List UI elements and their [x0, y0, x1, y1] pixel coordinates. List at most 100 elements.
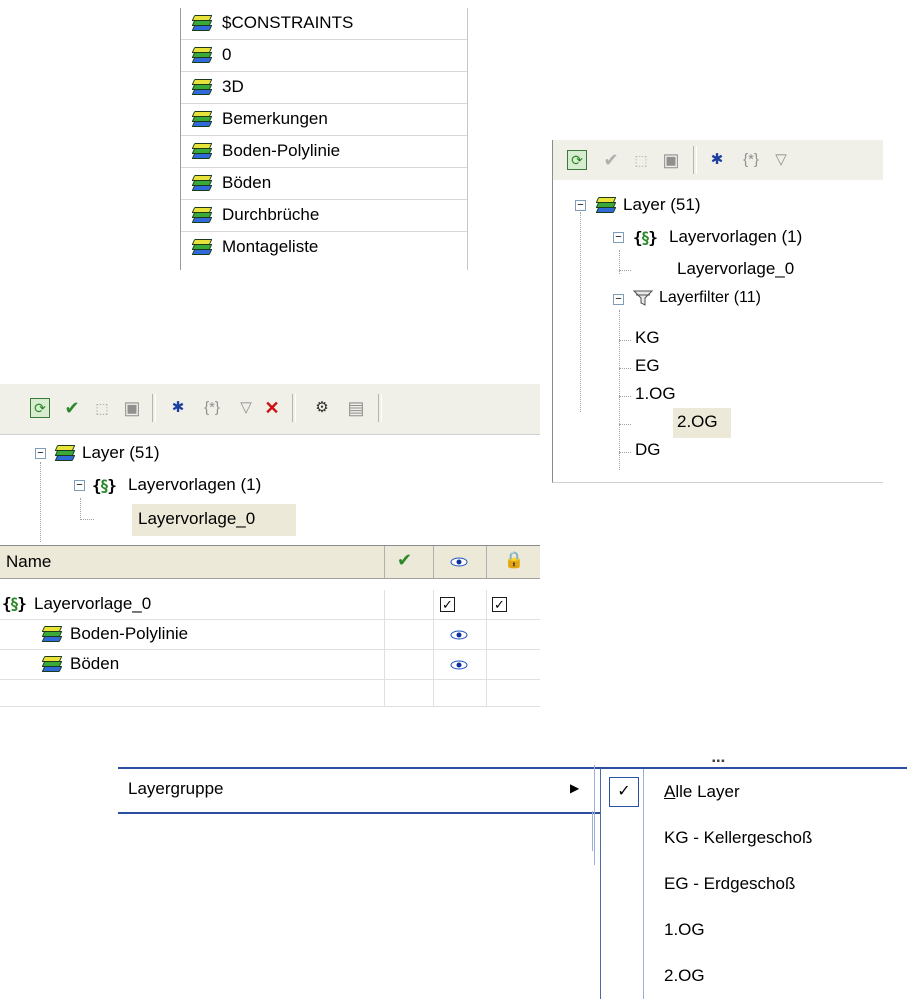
set-current-icon[interactable]: ✔ — [60, 396, 84, 420]
new-layer-icon[interactable]: ✱ — [705, 148, 729, 172]
layer-name: $CONSTRAINTS — [222, 13, 354, 32]
tree-node-label: Layer (51) — [82, 443, 160, 462]
tree-node-label: Layervorlagen (1) — [128, 475, 262, 494]
tree-node-label: Layer (51) — [623, 195, 701, 214]
layer-stack-icon — [41, 626, 63, 642]
layer-list-item[interactable]: Montageliste — [181, 232, 467, 263]
tree-node-label: DG — [635, 440, 661, 459]
collapse-icon[interactable]: − — [613, 294, 624, 305]
tree-node-label: Layervorlagen (1) — [669, 227, 803, 246]
delete-icon[interactable]: ✕ — [260, 396, 284, 420]
submenu-item-alle-layer[interactable]: ✓ Alle Layer — [601, 769, 907, 815]
layer-stack-icon — [191, 207, 213, 223]
layer-list-item[interactable]: 0 — [181, 40, 467, 72]
layer-stack-icon — [191, 175, 213, 191]
collapse-icon[interactable]: − — [613, 232, 624, 243]
tree-node-label: 1.OG — [635, 384, 676, 403]
properties-icon[interactable]: ▣ — [659, 148, 683, 172]
table-row — [0, 680, 540, 707]
submenu-item[interactable]: 1.OG — [601, 907, 907, 953]
submenu-item-label: KG - Kellergeschoß — [664, 828, 813, 847]
context-menu: Layergruppe ▶ — [118, 767, 604, 851]
tree-node-label: Layervorlage_0 — [138, 509, 256, 528]
submenu-item[interactable]: 2.OG — [601, 953, 907, 999]
layer-list-item[interactable]: Bemerkungen — [181, 104, 467, 136]
layer-name: 0 — [222, 45, 232, 64]
eye-icon[interactable] — [450, 660, 468, 670]
submenu-item[interactable]: EG - Erdgeschoß — [601, 861, 907, 907]
layer-list-item[interactable]: Böden — [181, 168, 467, 200]
table-row[interactable]: Boden-Polylinie — [0, 620, 540, 650]
new-template-icon[interactable]: {*} — [200, 396, 224, 420]
lock-icon: 🔒 — [504, 552, 524, 569]
layer-name: Montageliste — [222, 237, 319, 256]
collapse-icon[interactable]: − — [35, 448, 46, 459]
layer-stack-icon — [595, 197, 617, 213]
submenu-item-label: 1.OG — [664, 920, 705, 939]
toolbar: ⟳ ✔ ⬚ ▣ ✱ {*} ▽ — [553, 140, 883, 180]
set-current-icon[interactable]: ✔ — [599, 148, 623, 172]
layer-stack-icon — [191, 47, 213, 63]
layer-tree-panel: ⟳ ✔ ⬚ ▣ ✱ {*} ▽ − Layer (51) − {§} Layer… — [552, 140, 883, 483]
select-objects-icon[interactable]: ⬚ — [629, 148, 653, 172]
column-header-name[interactable]: Name — [0, 546, 385, 578]
layer-list-panel: $CONSTRAINTS 0 3D Bemerkungen Boden-Poly… — [180, 8, 468, 270]
collapse-icon[interactable]: − — [575, 200, 586, 211]
refresh-icon[interactable]: ⟳ — [30, 398, 50, 418]
layer-name: Böden — [222, 173, 272, 192]
eye-icon[interactable] — [450, 630, 468, 640]
menu-edge-fragment: ▪▪▪ — [712, 756, 726, 767]
layer-stack-icon — [191, 15, 213, 31]
menu-item-label: Layergruppe — [128, 779, 224, 798]
visible-checkbox[interactable]: ✓ — [440, 597, 455, 612]
layer-list-item[interactable]: $CONSTRAINTS — [181, 8, 467, 40]
column-header-current[interactable]: ✔ — [385, 546, 434, 578]
layer-states-icon[interactable]: ▤ — [344, 396, 368, 420]
layer-stack-icon — [191, 79, 213, 95]
tree-node-layervorlage-selected[interactable]: Layervorlage_0 — [132, 504, 296, 536]
settings-icon[interactable]: ⚙ — [310, 396, 334, 420]
refresh-icon[interactable]: ⟳ — [567, 150, 587, 170]
layer-list-item[interactable]: Durchbrüche — [181, 200, 467, 232]
new-filter-icon[interactable]: ▽ — [769, 148, 793, 172]
table-row[interactable]: Böden — [0, 650, 540, 680]
tree-node-filter-item-selected[interactable]: 2.OG — [673, 408, 731, 438]
layer-stack-icon — [191, 111, 213, 127]
tree-node-label: EG — [635, 356, 660, 375]
template-icon: {§} — [92, 476, 117, 495]
row-name: Böden — [70, 654, 120, 673]
table-row[interactable]: {§} Layervorlage_0 ✓ ✓ — [0, 590, 540, 620]
lock-checkbox[interactable]: ✓ — [492, 597, 507, 612]
layer-list-item[interactable]: 3D — [181, 72, 467, 104]
submenu-item-label: 2.OG — [664, 966, 705, 985]
checkmark-icon: ✔ — [397, 550, 413, 570]
layer-name: Bemerkungen — [222, 109, 328, 128]
layer-stack-icon — [41, 656, 63, 672]
template-icon: {§} — [633, 228, 658, 247]
table-header: Name ✔ 🔒 — [0, 545, 540, 579]
row-name: Boden-Polylinie — [70, 624, 189, 643]
submenu-arrow-icon: ▶ — [570, 781, 580, 795]
toolbar: ⟳ ✔ ⬚ ▣ ✱ {*} ▽ ✕ ⚙ ▤ — [0, 384, 540, 435]
new-filter-icon[interactable]: ▽ — [234, 396, 258, 420]
submenu-item-label: Alle Layer — [664, 782, 740, 801]
tree-node-label: KG — [635, 328, 660, 347]
tree-node-label: 2.OG — [677, 412, 718, 431]
eye-icon — [450, 557, 468, 567]
layer-stack-icon — [191, 239, 213, 255]
template-icon: {§} — [2, 594, 27, 613]
column-header-lock[interactable]: 🔒 — [487, 546, 539, 578]
layer-list-item[interactable]: Boden-Polylinie — [181, 136, 467, 168]
layer-stack-icon — [54, 445, 76, 461]
submenu-item[interactable]: KG - Kellergeschoß — [601, 815, 907, 861]
properties-icon[interactable]: ▣ — [120, 396, 144, 420]
column-header-visible[interactable] — [434, 546, 487, 578]
menu-item-layergruppe[interactable]: Layergruppe ▶ — [118, 767, 604, 814]
submenu-item-label: EG - Erdgeschoß — [664, 874, 796, 893]
filter-funnel-icon — [632, 290, 654, 306]
select-objects-icon[interactable]: ⬚ — [90, 396, 114, 420]
layer-stack-icon — [191, 143, 213, 159]
collapse-icon[interactable]: − — [74, 480, 85, 491]
new-template-icon[interactable]: {*} — [739, 148, 763, 172]
new-layer-icon[interactable]: ✱ — [166, 396, 190, 420]
